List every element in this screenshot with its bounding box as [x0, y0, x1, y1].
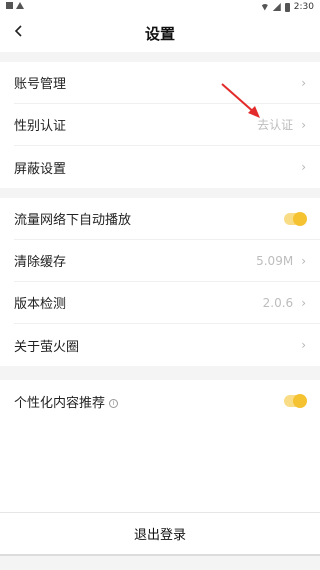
row-account-management[interactable]: 账号管理 ›	[14, 62, 320, 104]
cache-size: 5.09M	[256, 253, 294, 268]
page-title: 设置	[144, 25, 175, 43]
row-clear-cache[interactable]: 清除缓存 5.09M ›	[14, 240, 320, 282]
row-label: 个性化内容推荐 i	[14, 392, 119, 411]
autoplay-toggle[interactable]	[284, 211, 307, 226]
row-label: 屏蔽设置	[14, 161, 67, 177]
chevron-right-icon: ›	[301, 117, 306, 132]
settings-group-account: 账号管理 › 性别认证 去认证 › 屏蔽设置 ›	[0, 62, 320, 188]
status-left-icons	[6, 2, 24, 9]
row-gender-verification[interactable]: 性别认证 去认证 ›	[14, 104, 320, 146]
signal-icon	[272, 3, 281, 11]
row-label: 版本检测	[14, 297, 67, 312]
notification-icon	[6, 2, 13, 9]
row-label: 清除缓存	[14, 255, 67, 270]
logout-label: 退出登录	[133, 528, 186, 543]
row-version-check[interactable]: 版本检测 2.0.6 ›	[14, 282, 320, 324]
toggle-knob	[293, 394, 307, 408]
chevron-right-icon: ›	[301, 75, 306, 90]
row-label: 账号管理	[14, 77, 67, 92]
chevron-right-icon: ›	[301, 160, 306, 174]
toggle-knob	[293, 211, 307, 226]
status-bar: 2:30	[0, 0, 320, 14]
version-number: 2.0.6	[262, 295, 294, 310]
chevron-right-icon: ›	[301, 295, 306, 310]
nav-bar: 设置	[0, 14, 320, 52]
row-personalized-recommendation: 个性化内容推荐 i	[14, 380, 320, 422]
battery-icon	[284, 2, 290, 12]
row-autoplay-cellular: 流量网络下自动播放	[14, 198, 320, 240]
status-time: 2:30	[293, 2, 314, 12]
info-icon[interactable]: i	[109, 398, 119, 408]
wifi-icon	[260, 3, 269, 11]
row-block-settings[interactable]: 屏蔽设置 ›	[14, 146, 320, 188]
alert-icon	[16, 2, 24, 9]
annotation-arrow-icon	[221, 83, 260, 118]
row-label: 性别认证	[14, 119, 67, 134]
chevron-right-icon: ›	[301, 253, 306, 268]
personalization-toggle[interactable]	[284, 394, 307, 408]
logout-button[interactable]: 退出登录	[0, 512, 320, 554]
row-about[interactable]: 关于萤火圈 ›	[14, 324, 320, 366]
chevron-right-icon: ›	[301, 338, 306, 352]
status-right: 2:30	[260, 2, 314, 12]
row-label: 关于萤火圈	[14, 339, 80, 355]
row-label: 流量网络下自动播放	[14, 213, 132, 228]
settings-group-general: 流量网络下自动播放 清除缓存 5.09M › 版本检测 2.0.6 › 关于萤火…	[0, 198, 320, 366]
bottom-divider	[0, 554, 320, 570]
settings-group-recommendation: 个性化内容推荐 i	[0, 380, 320, 512]
